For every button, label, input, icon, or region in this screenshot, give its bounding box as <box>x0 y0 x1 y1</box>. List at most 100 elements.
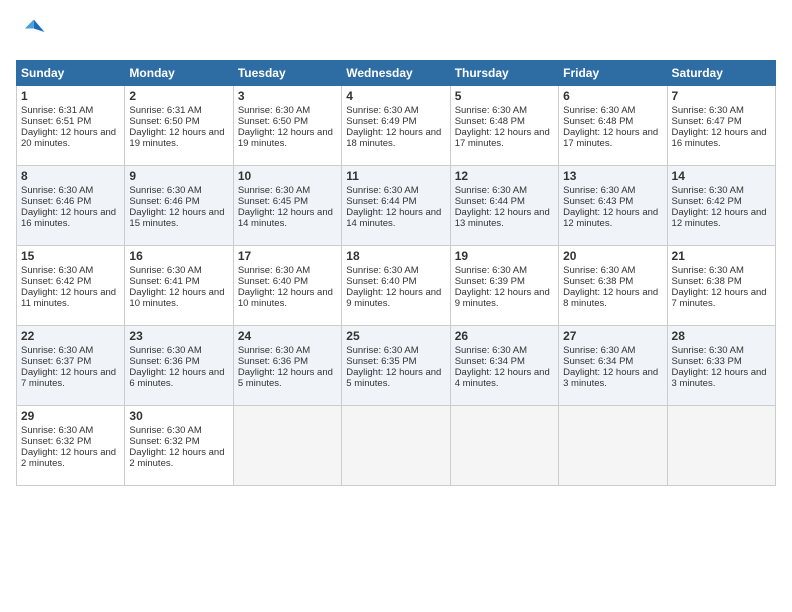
calendar-cell <box>667 406 775 486</box>
sunset-label: Sunset: 6:48 PM <box>455 116 525 127</box>
sunrise-label: Sunrise: 6:30 AM <box>129 185 201 196</box>
day-number: 3 <box>238 89 337 103</box>
daylight-label: Daylight: 12 hours and 9 minutes. <box>455 287 550 309</box>
sunset-label: Sunset: 6:44 PM <box>346 196 416 207</box>
sunrise-label: Sunrise: 6:30 AM <box>672 185 744 196</box>
day-number: 25 <box>346 329 445 343</box>
daylight-label: Daylight: 12 hours and 7 minutes. <box>21 367 116 389</box>
day-number: 14 <box>672 169 771 183</box>
daylight-label: Daylight: 12 hours and 12 minutes. <box>672 207 767 229</box>
sunset-label: Sunset: 6:35 PM <box>346 356 416 367</box>
day-number: 9 <box>129 169 228 183</box>
sunset-label: Sunset: 6:39 PM <box>455 276 525 287</box>
sunset-label: Sunset: 6:33 PM <box>672 356 742 367</box>
calendar-cell <box>233 406 341 486</box>
day-number: 27 <box>563 329 662 343</box>
calendar-cell: 6Sunrise: 6:30 AMSunset: 6:48 PMDaylight… <box>559 86 667 166</box>
sunrise-label: Sunrise: 6:30 AM <box>21 345 93 356</box>
sunrise-label: Sunrise: 6:30 AM <box>563 105 635 116</box>
calendar-cell: 20Sunrise: 6:30 AMSunset: 6:38 PMDayligh… <box>559 246 667 326</box>
week-row-2: 8Sunrise: 6:30 AMSunset: 6:46 PMDaylight… <box>17 166 776 246</box>
day-number: 20 <box>563 249 662 263</box>
calendar-cell: 10Sunrise: 6:30 AMSunset: 6:45 PMDayligh… <box>233 166 341 246</box>
daylight-label: Daylight: 12 hours and 5 minutes. <box>238 367 333 389</box>
sunset-label: Sunset: 6:34 PM <box>563 356 633 367</box>
sunset-label: Sunset: 6:36 PM <box>238 356 308 367</box>
calendar-cell: 18Sunrise: 6:30 AMSunset: 6:40 PMDayligh… <box>342 246 450 326</box>
sunrise-label: Sunrise: 6:30 AM <box>455 265 527 276</box>
col-header-friday: Friday <box>559 61 667 86</box>
col-header-tuesday: Tuesday <box>233 61 341 86</box>
week-row-3: 15Sunrise: 6:30 AMSunset: 6:42 PMDayligh… <box>17 246 776 326</box>
daylight-label: Daylight: 12 hours and 12 minutes. <box>563 207 658 229</box>
sunset-label: Sunset: 6:37 PM <box>21 356 91 367</box>
sunset-label: Sunset: 6:44 PM <box>455 196 525 207</box>
sunset-label: Sunset: 6:50 PM <box>238 116 308 127</box>
calendar-cell: 12Sunrise: 6:30 AMSunset: 6:44 PMDayligh… <box>450 166 558 246</box>
calendar-cell: 25Sunrise: 6:30 AMSunset: 6:35 PMDayligh… <box>342 326 450 406</box>
daylight-label: Daylight: 12 hours and 3 minutes. <box>563 367 658 389</box>
sunset-label: Sunset: 6:32 PM <box>21 436 91 447</box>
sunrise-label: Sunrise: 6:30 AM <box>455 345 527 356</box>
col-header-thursday: Thursday <box>450 61 558 86</box>
calendar-cell: 28Sunrise: 6:30 AMSunset: 6:33 PMDayligh… <box>667 326 775 406</box>
sunrise-label: Sunrise: 6:30 AM <box>346 105 418 116</box>
sunrise-label: Sunrise: 6:30 AM <box>21 265 93 276</box>
day-number: 16 <box>129 249 228 263</box>
sunset-label: Sunset: 6:40 PM <box>238 276 308 287</box>
sunset-label: Sunset: 6:47 PM <box>672 116 742 127</box>
daylight-label: Daylight: 12 hours and 16 minutes. <box>672 127 767 149</box>
calendar-cell: 19 Sunrise: 6:30 AMSunset: 6:39 PMDayligh… <box>450 246 558 326</box>
sunset-label: Sunset: 6:45 PM <box>238 196 308 207</box>
col-header-sunday: Sunday <box>17 61 125 86</box>
day-number: 10 <box>238 169 337 183</box>
sunset-label: Sunset: 6:36 PM <box>129 356 199 367</box>
calendar-cell: 14 Sunrise: 6:30 AMSunset: 6:42 PMDayligh… <box>667 166 775 246</box>
sunset-label: Sunset: 6:40 PM <box>346 276 416 287</box>
sunrise-label: Sunrise: 6:30 AM <box>346 265 418 276</box>
sunrise-label: Sunrise: 6:30 AM <box>238 185 310 196</box>
calendar-cell: 26Sunrise: 6:30 AMSunset: 6:34 PMDayligh… <box>450 326 558 406</box>
daylight-label: Daylight: 12 hours and 11 minutes. <box>21 287 116 309</box>
day-number: 21 <box>672 249 771 263</box>
sunrise-label: Sunrise: 6:30 AM <box>563 185 635 196</box>
calendar-cell: 5Sunrise: 6:30 AMSunset: 6:48 PMDaylight… <box>450 86 558 166</box>
sunset-label: Sunset: 6:49 PM <box>346 116 416 127</box>
day-number: 1 <box>21 89 120 103</box>
day-number: 5 <box>455 89 554 103</box>
day-number: 12 <box>455 169 554 183</box>
day-number: 4 <box>346 89 445 103</box>
sunrise-label: Sunrise: 6:30 AM <box>238 105 310 116</box>
calendar-cell: 11 Sunrise: 6:30 AMSunset: 6:44 PMDayligh… <box>342 166 450 246</box>
daylight-label: Daylight: 12 hours and 17 minutes. <box>455 127 550 149</box>
sunset-label: Sunset: 6:32 PM <box>129 436 199 447</box>
day-number: 19 <box>455 249 554 263</box>
day-number: 18 <box>346 249 445 263</box>
day-number: 28 <box>672 329 771 343</box>
daylight-label: Daylight: 12 hours and 17 minutes. <box>563 127 658 149</box>
daylight-label: Daylight: 12 hours and 15 minutes. <box>129 207 224 229</box>
calendar-cell: 27Sunrise: 6:30 AMSunset: 6:34 PMDayligh… <box>559 326 667 406</box>
sunset-label: Sunset: 6:42 PM <box>672 196 742 207</box>
sunrise-label: Sunrise: 6:30 AM <box>672 265 744 276</box>
daylight-label: Daylight: 12 hours and 13 minutes. <box>455 207 550 229</box>
daylight-label: Daylight: 12 hours and 5 minutes. <box>346 367 441 389</box>
sunrise-label: Sunrise: 6:30 AM <box>21 425 93 436</box>
sunset-label: Sunset: 6:46 PM <box>129 196 199 207</box>
day-number: 11 <box>346 169 445 183</box>
sunrise-label: Sunrise: 6:30 AM <box>672 345 744 356</box>
day-number: 30 <box>129 409 228 423</box>
sunset-label: Sunset: 6:38 PM <box>672 276 742 287</box>
sunset-label: Sunset: 6:51 PM <box>21 116 91 127</box>
sunrise-label: Sunrise: 6:30 AM <box>672 105 744 116</box>
calendar-cell: 30Sunrise: 6:30 AMSunset: 6:32 PMDayligh… <box>125 406 233 486</box>
daylight-label: Daylight: 12 hours and 4 minutes. <box>455 367 550 389</box>
calendar-cell: 3 Sunrise: 6:30 AMSunset: 6:50 PMDaylight… <box>233 86 341 166</box>
day-number: 13 <box>563 169 662 183</box>
daylight-label: Daylight: 12 hours and 19 minutes. <box>238 127 333 149</box>
week-row-4: 22Sunrise: 6:30 AMSunset: 6:37 PMDayligh… <box>17 326 776 406</box>
calendar-cell: 7Sunrise: 6:30 AMSunset: 6:47 PMDaylight… <box>667 86 775 166</box>
calendar-cell <box>559 406 667 486</box>
daylight-label: Daylight: 12 hours and 14 minutes. <box>346 207 441 229</box>
sunrise-label: Sunrise: 6:30 AM <box>346 185 418 196</box>
